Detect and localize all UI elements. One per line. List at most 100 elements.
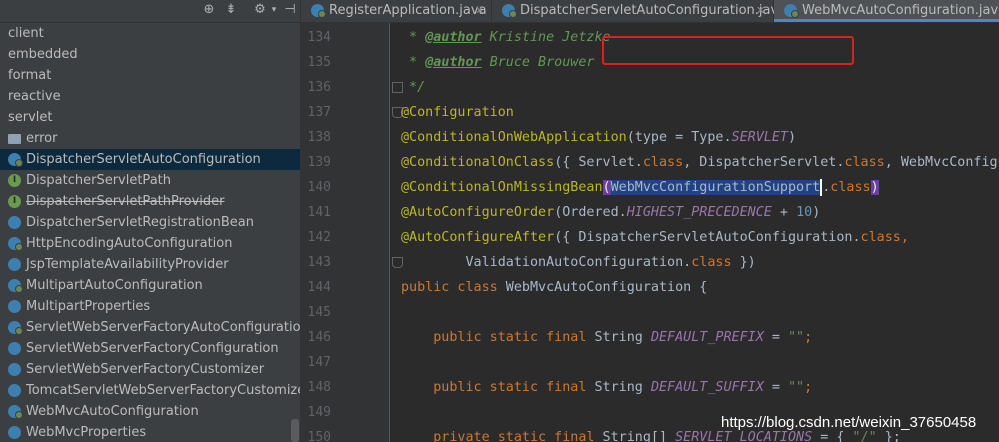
tree-item[interactable]: error: [0, 128, 300, 149]
tree-item-label: ServletWebServerFactoryConfiguration: [26, 341, 279, 356]
code-token: WebMvcAutoConfiguration: [497, 280, 700, 295]
tab-label: DispatcherServletAutoConfiguration.java: [520, 3, 787, 18]
tree-item[interactable]: MultipartAutoConfiguration: [0, 275, 300, 296]
class-icon: [8, 258, 21, 271]
tree-item-label: JspTemplateAvailabilityProvider: [26, 257, 229, 272]
spring-class-icon: [8, 279, 23, 293]
tree-item[interactable]: HttpEncodingAutoConfiguration: [0, 233, 300, 254]
line-number: 150: [307, 430, 331, 442]
code-token: Bruce Brouwer: [481, 55, 595, 70]
tree-item-label: servlet: [8, 110, 53, 125]
tab-webmvc-auto-configuration[interactable]: WebMvcAutoConfiguration.java: [774, 0, 999, 22]
code-token: private static final: [401, 430, 595, 442]
line-number: 149: [307, 405, 331, 420]
line-number: 134: [307, 30, 331, 45]
tree-item[interactable]: ServletWebServerFactoryCustomizer: [0, 359, 300, 380]
code-line-142: @AutoConfigureAfter({ DispatcherServletA…: [401, 225, 909, 250]
line-number: 147: [307, 355, 331, 370]
code-token: class: [860, 230, 901, 245]
line-number: 148: [307, 380, 331, 395]
tree-item[interactable]: servlet: [0, 107, 300, 128]
close-icon[interactable]: ✕: [756, 0, 765, 22]
line-number: 144: [307, 280, 331, 295]
tree-item-label: client: [8, 26, 44, 41]
tree-item-label: reactive: [8, 89, 61, 104]
tree-item-label: ServletWebServerFactoryAutoConfiguration: [26, 320, 300, 335]
code-line-135: * @author Bruce Brouwer: [401, 50, 595, 75]
tree-item-label: embedded: [8, 47, 78, 62]
code-token: "": [788, 330, 805, 345]
line-number: 136: [307, 80, 331, 95]
code-token: ): [812, 205, 821, 220]
tree-item[interactable]: embedded: [0, 44, 300, 65]
line-number: 140: [307, 180, 331, 195]
hide-icon[interactable]: ⊣: [282, 2, 298, 18]
close-icon[interactable]: ✕: [475, 0, 484, 22]
tree-item-label: HttpEncodingAutoConfiguration: [26, 236, 233, 251]
tree-item[interactable]: ServletWebServerFactoryAutoConfiguration: [0, 317, 300, 338]
code-token: @AutoConfigureOrder: [401, 205, 555, 220]
code-line-134: * @author Kristine Jetzke: [401, 25, 611, 50]
code-token: +: [771, 205, 797, 220]
project-tree-panel: ⊕ ⇟ ⚙ ▾ ⊣ client embedded format reactive se…: [0, 0, 300, 442]
code-token: @Configuration: [401, 105, 514, 120]
code-token: ;: [804, 330, 813, 345]
code-token: */: [401, 80, 426, 95]
code-token: Kristine Jetzke: [481, 30, 611, 45]
tree-item[interactable]: client: [0, 23, 300, 44]
tree-item-label: format: [8, 68, 52, 83]
tab-dispatcher-servlet-auto-configuration[interactable]: DispatcherServletAutoConfiguration.java …: [492, 0, 786, 22]
code-line-139: @ConditionalOnClass({ Servlet.class, Dis…: [401, 150, 999, 175]
code-token: class: [642, 155, 684, 170]
watermark: https://blog.csdn.net/weixin_37650458: [721, 414, 977, 431]
tab-register-application[interactable]: RegisterApplication.java ✕: [301, 0, 492, 22]
dropdown-icon[interactable]: ▾: [266, 2, 282, 18]
code-line-140: @ConditionalOnMissingBean(WebMvcConfigur…: [401, 175, 879, 200]
line-number: 135: [307, 55, 331, 70]
code-token: *: [401, 55, 426, 70]
tree-item-label: WebMvcAutoConfiguration: [26, 404, 199, 419]
code-token: @AutoConfigureAfter: [401, 230, 555, 245]
tree-item[interactable]: ServletWebServerFactoryConfiguration: [0, 338, 300, 359]
tab-label: RegisterApplication.java: [329, 3, 487, 18]
code-token: =: [763, 380, 788, 395]
code-line-148: public static final String DEFAULT_SUFFI…: [401, 375, 812, 400]
code-token: HIGHEST_PRECEDENCE: [626, 205, 772, 220]
tree-item[interactable]: TomcatServletWebServerFactoryCustomizer: [0, 380, 300, 401]
tree-item[interactable]: reactive: [0, 86, 300, 107]
code-token: public class: [401, 280, 498, 295]
code-token: class: [691, 255, 732, 270]
code-line-143: ValidationAutoConfiguration.class }): [401, 250, 755, 275]
code-line-138: @ConditionalOnWebApplication(type = Type…: [401, 125, 796, 150]
code-token: (: [602, 180, 611, 195]
code-line-137: @Configuration: [401, 100, 514, 125]
tree-item[interactable]: WebMvcProperties: [0, 422, 300, 442]
tree-item[interactable]: DispatcherServletPath: [0, 170, 300, 191]
code-editor[interactable]: 134 135 136 137 138 139 140 141 142 143 144 145 146 1…: [301, 23, 999, 442]
tree-scrollbar[interactable]: [291, 419, 299, 442]
tree-item[interactable]: DispatcherServletAutoConfiguration: [0, 149, 300, 170]
code-token: @ConditionalOnWebApplication: [401, 130, 627, 145]
tree-item[interactable]: DispatcherServletPathProvider: [0, 191, 300, 212]
target-icon[interactable]: ⊕: [201, 2, 217, 18]
code-token: (Ordered.: [554, 205, 627, 220]
code-token: class: [830, 180, 871, 195]
code-line-146: public static final String DEFAULT_PREFI…: [401, 325, 812, 350]
tree-item[interactable]: JspTemplateAvailabilityProvider: [0, 254, 300, 275]
tree-item[interactable]: MultipartProperties: [0, 296, 300, 317]
collapse-icon[interactable]: ⇟: [223, 2, 239, 18]
code-token: *: [401, 30, 426, 45]
spring-class-icon: [311, 4, 326, 18]
line-number: 142: [307, 230, 331, 245]
tree-item[interactable]: DispatcherServletRegistrationBean: [0, 212, 300, 233]
code-token: ): [870, 180, 879, 195]
tree-item[interactable]: format: [0, 65, 300, 86]
class-icon: [8, 384, 21, 397]
interface-icon: [8, 195, 21, 208]
code-token: ({ DispatcherServletAutoConfiguration.: [554, 230, 861, 245]
code-token: =: [763, 330, 788, 345]
code-token: "": [788, 380, 805, 395]
tree-item[interactable]: WebMvcAutoConfiguration: [0, 401, 300, 422]
code-token: String: [586, 380, 651, 395]
spring-class-icon: [784, 4, 799, 18]
